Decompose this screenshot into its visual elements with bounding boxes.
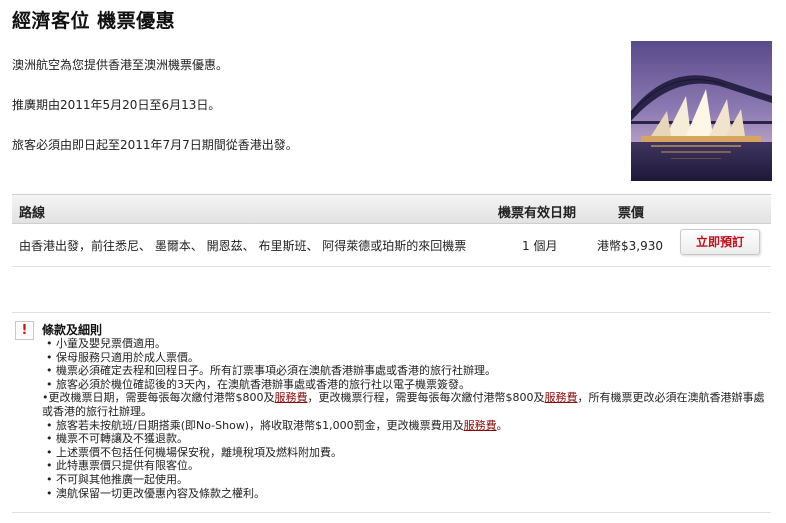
terms-item: • 不可與其他推廣一起使用。 [42,473,767,487]
terms-item: • 機票必須確定去程和回程日子。所有訂票事項必須在澳航香港辦事處或香港的旅行社辦… [42,364,767,378]
col-header-price: 票價 [618,206,645,221]
fare-table: 路線 機票有效日期 票價 由香港出發，前往悉尼、 墨爾本、 開恩茲、 布里斯班、… [12,194,771,267]
validity-cell: 1 個月 [522,239,558,253]
bottom-divider [12,512,771,513]
intro-offer: 澳洲航空為您提供香港至澳洲機票優惠。 [12,58,229,72]
terms-item: • 此特惠票價只提供有限客位。 [42,459,767,473]
page-title: 經濟客位 機票優惠 [12,10,176,32]
terms-item: • 澳航保留一切更改優惠內容及條款之權利。 [42,487,767,501]
terms-item: • 旅客必須於機位確認後的3天內，在澳航香港辦事處或香港的旅行社以電子機票簽發。 [42,378,767,392]
price-cell: 港幣$3,930 [597,239,663,253]
bullet: • [46,432,53,446]
bullet: • [46,459,53,473]
terms-item-text: 上述票價不包括任何機場保安稅，離境稅項及燃料附加費。 [56,445,342,459]
terms-item-text: 旅客若未按航班/日期搭乘(即No-Show)，將收取港幣$1,000罰金，更改機… [56,418,464,432]
terms-item-text: 。 [496,418,508,432]
sydney-opera-house-photo [631,41,772,181]
terms-item-text: 小童及嬰兒票價適用。 [56,337,166,350]
terms-title: 條款及細則 [42,323,103,337]
col-header-validity: 機票有效日期 [498,206,577,221]
terms-item-text: 機票必須確定去程和回程日子。所有訂票事項必須在澳航香港辦事處或香港的旅行社辦理。 [56,364,496,378]
terms-item-text: ，更改機票行程，需要每張每次繳付港幣$800及 [307,391,545,405]
table-row: 由香港出發，前往悉尼、 墨爾本、 開恩茲、 布里斯班、 阿得萊德或珀斯的來回機票… [12,224,771,267]
service-fee-link[interactable]: 服務費 [275,391,308,404]
terms-item-text: 機票不可轉讓及不獲退款。 [56,432,188,446]
table-header: 路線 機票有效日期 票價 [12,194,771,224]
col-header-route: 路線 [19,206,46,221]
bullet: • [46,486,53,500]
intro-travel-period: 旅客必須由即日起至2011年7月7日期間從香港出發。 [12,138,298,152]
terms-item-text: 不可與其他推廣一起使用。 [56,472,188,486]
service-fee-link[interactable]: 服務費 [545,391,578,404]
terms-item-text: 澳航保留一切更改優惠內容及條款之權利。 [56,486,265,500]
terms-item: •更改機票日期，需要每張每次繳付港幣$800及服務費，更改機票行程，需要每張每次… [42,391,767,418]
terms-item-text: 此特惠票價只提供有限客位。 [56,459,199,473]
bullet: • [46,364,53,378]
terms-list: • 小童及嬰兒票價適用。 • 保母服務只適用於成人票價。 • 機票必須確定去程和… [42,337,767,500]
section-divider [12,312,771,313]
bullet: • [46,337,53,350]
book-now-button[interactable]: 立即預訂 [680,229,760,255]
terms-item: • 小童及嬰兒票價適用。 [42,337,767,351]
terms-item: • 機票不可轉讓及不獲退款。 [42,432,767,446]
bullet: • [46,350,53,364]
alert-icon: ! [15,321,34,340]
route-cell: 由香港出發，前往悉尼、 墨爾本、 開恩茲、 布里斯班、 阿得萊德或珀斯的來回機票 [19,239,467,253]
terms-item-text: 保母服務只適用於成人票價。 [56,350,199,364]
terms-item: • 上述票價不包括任何機場保安稅，離境稅項及燃料附加費。 [42,446,767,460]
bullet: • [46,445,53,459]
intro-promo-period: 推廣期由2011年5月20日至6月13日。 [12,98,221,112]
service-fee-link[interactable]: 服務費 [464,419,497,432]
terms-item-text: 更改機票日期，需要每張每次繳付港幣$800及 [48,391,275,405]
terms-item: • 保母服務只適用於成人票價。 [42,351,767,365]
terms-item-text: 旅客必須於機位確認後的3天內，在澳航香港辦事處或香港的旅行社以電子機票簽發。 [56,377,470,391]
terms-item: • 旅客若未按航班/日期搭乘(即No-Show)，將收取港幣$1,000罰金，更… [42,419,767,433]
bullet: • [46,418,53,432]
bullet: • [46,377,53,391]
bullet: • [46,472,53,486]
